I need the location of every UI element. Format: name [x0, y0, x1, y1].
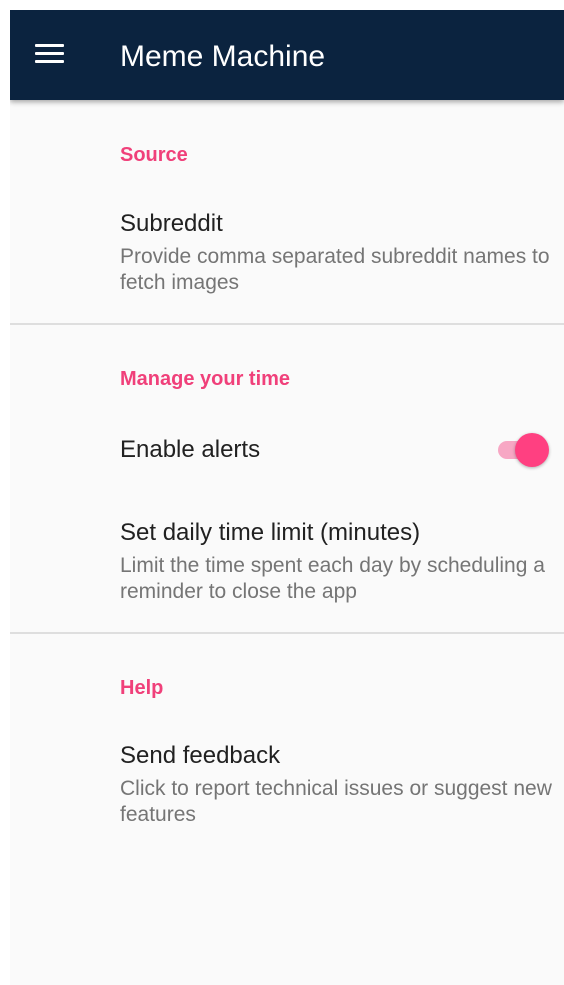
switch-thumb: [515, 433, 549, 467]
category-source-header: Source: [120, 144, 188, 166]
enable-alerts-title: Enable alerts: [120, 436, 261, 463]
daily-time-limit-preference[interactable]: Set daily time limit (minutes) Limit the…: [10, 505, 564, 633]
subreddit-preference[interactable]: Subreddit Provide comma separated subred…: [10, 196, 564, 324]
enable-alerts-switch[interactable]: [496, 433, 552, 467]
category-manage-time-header: Manage your time: [120, 368, 291, 390]
settings-screen: Meme Machine Source Subreddit Provide co…: [10, 10, 564, 985]
menu-icon-bar-bottom: [35, 60, 64, 63]
menu-icon-bar-middle: [35, 52, 64, 55]
send-feedback-summary: Click to report technical issues or sugg…: [120, 777, 552, 826]
subreddit-title: Subreddit: [120, 210, 223, 237]
daily-time-limit-summary: Limit the time spent each day by schedul…: [120, 554, 545, 603]
daily-time-limit-title: Set daily time limit (minutes): [120, 519, 421, 546]
section-divider: [10, 323, 564, 325]
menu-icon-bar-top: [35, 44, 64, 47]
category-help-header: Help: [120, 677, 164, 699]
section-divider: [10, 632, 564, 634]
hamburger-menu-icon[interactable]: [24, 35, 64, 75]
send-feedback-preference[interactable]: Send feedback Click to report technical …: [10, 728, 564, 856]
app-toolbar: Meme Machine: [10, 10, 564, 100]
app-title: Meme Machine: [120, 40, 326, 73]
subreddit-summary: Provide comma separated subreddit names …: [120, 245, 550, 294]
send-feedback-title: Send feedback: [120, 742, 281, 769]
enable-alerts-preference[interactable]: Enable alerts: [10, 414, 564, 488]
